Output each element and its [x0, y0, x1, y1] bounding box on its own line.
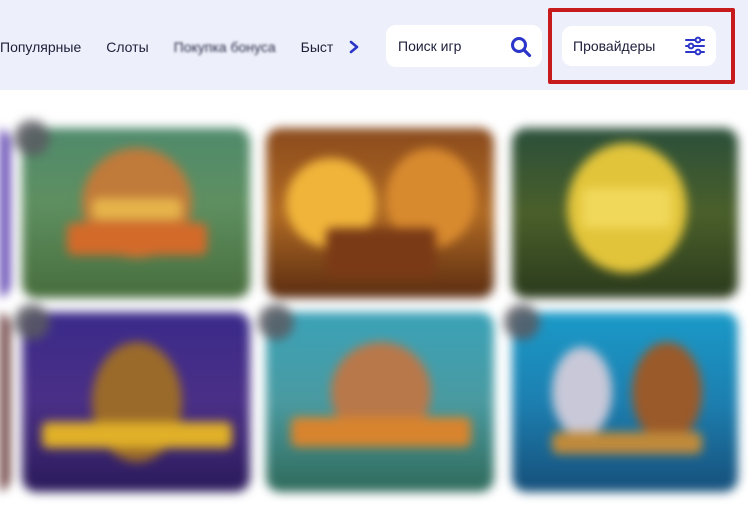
category-slots[interactable]: Слоты — [106, 39, 148, 55]
badge-icon — [504, 304, 540, 340]
top-filter-bar: Популярные Слоты Покупка бонуса Быст Про… — [0, 0, 748, 90]
badge-icon — [258, 304, 294, 340]
search-input[interactable] — [398, 38, 503, 54]
category-bonus-buy[interactable]: Покупка бонуса — [174, 39, 276, 55]
game-tile[interactable] — [22, 312, 250, 492]
game-tile[interactable] — [0, 312, 10, 492]
badge-icon — [14, 304, 50, 340]
category-popular[interactable]: Популярные — [0, 39, 81, 55]
category-fast[interactable]: Быст — [301, 39, 334, 55]
game-tile[interactable] — [512, 128, 738, 298]
game-tile[interactable] — [512, 312, 738, 492]
game-tile[interactable] — [266, 312, 494, 492]
sliders-icon — [685, 36, 705, 56]
game-tile[interactable] — [266, 128, 494, 298]
game-tile[interactable] — [0, 128, 10, 298]
chevron-right-icon[interactable] — [344, 37, 364, 57]
providers-label: Провайдеры — [573, 38, 656, 54]
game-tile[interactable] — [22, 128, 250, 298]
game-grid — [0, 90, 748, 515]
providers-button[interactable]: Провайдеры — [562, 26, 716, 66]
search-box[interactable] — [386, 25, 542, 67]
badge-icon — [14, 120, 50, 156]
category-nav: Популярные Слоты Покупка бонуса Быст — [0, 30, 340, 64]
search-icon[interactable] — [510, 36, 532, 58]
